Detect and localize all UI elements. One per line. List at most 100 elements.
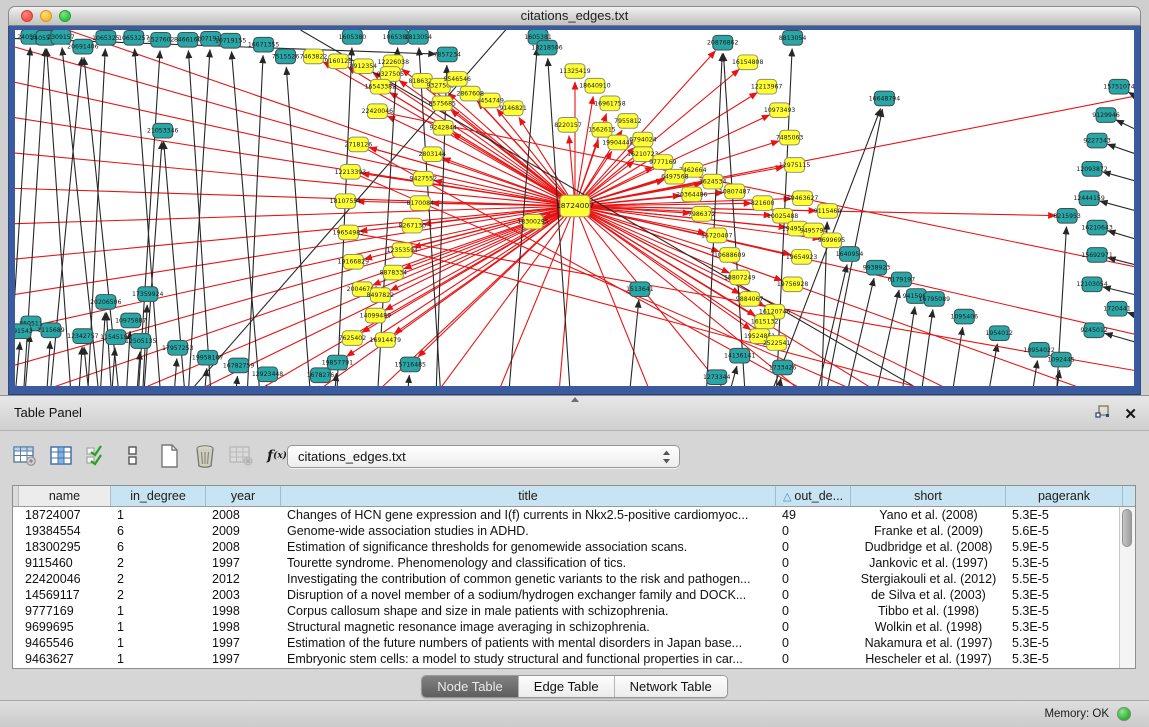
graph-node-label: 8267130 bbox=[399, 223, 427, 230]
graph-node-label: 2522541 bbox=[763, 340, 791, 347]
show-columns-icon[interactable] bbox=[48, 443, 74, 469]
select-rows-icon[interactable] bbox=[84, 443, 110, 469]
cell-pagerank: 5.9E-5 bbox=[1006, 539, 1123, 555]
tab-node-table[interactable]: Node Table bbox=[422, 676, 519, 697]
graph-node-label: 9242844 bbox=[429, 125, 457, 132]
graph-node-label: 20876862 bbox=[707, 40, 739, 47]
cell-year: 1998 bbox=[206, 603, 281, 619]
cell-title: Embryonic stem cells: a model to study s… bbox=[281, 651, 776, 667]
graph-edge bbox=[893, 307, 914, 386]
table-row[interactable]: 977716911998Corpus callosum shape and si… bbox=[13, 603, 1135, 619]
graph-node-label: 1273344 bbox=[703, 374, 731, 381]
graph-node-label: 1954012 bbox=[985, 330, 1013, 337]
close-panel-icon[interactable]: ✕ bbox=[1124, 407, 1137, 423]
cell-short: Yano et al. (2008) bbox=[851, 507, 1006, 523]
graph-node-label: 16648794 bbox=[869, 95, 901, 102]
table-row[interactable]: 946362711997Embryonic stem cells: a mode… bbox=[13, 651, 1135, 667]
node-table: namein_degreeyeartitle△out_de...shortpag… bbox=[12, 485, 1136, 669]
create-table-icon[interactable] bbox=[156, 443, 182, 469]
window-titlebar[interactable]: citations_edges.txt bbox=[8, 6, 1141, 26]
scrollbar-thumb[interactable] bbox=[1122, 509, 1132, 547]
cell-out_de: 0 bbox=[776, 619, 851, 635]
graph-node-label: 12353594 bbox=[387, 247, 419, 254]
graph-node-label: 18218506 bbox=[531, 45, 563, 52]
column-header-short[interactable]: short bbox=[851, 486, 1006, 506]
table-row[interactable]: 911546021997Tourette syndrome. Phenomeno… bbox=[13, 555, 1135, 571]
tab-edge-table[interactable]: Edge Table bbox=[519, 676, 615, 697]
graph-node-label: 19857791 bbox=[322, 360, 354, 367]
graph-edge bbox=[913, 310, 932, 386]
graph-node-label: 2718126 bbox=[345, 141, 373, 148]
close-window-button[interactable] bbox=[21, 10, 33, 22]
graph-node-label: 12093872 bbox=[1076, 166, 1108, 173]
table-row[interactable]: 1456911722003Disruption of a novel membe… bbox=[13, 587, 1135, 603]
cell-name: 9115460 bbox=[19, 555, 111, 571]
cell-out_de: 0 bbox=[776, 539, 851, 555]
memory-status-icon[interactable] bbox=[1117, 707, 1131, 721]
cell-year: 2012 bbox=[206, 571, 281, 587]
graph-edge bbox=[863, 290, 899, 386]
zoom-window-button[interactable] bbox=[59, 10, 71, 22]
column-header-year[interactable]: year bbox=[206, 486, 281, 506]
table-row[interactable]: 1938455462009Genome-wide association stu… bbox=[13, 523, 1135, 539]
cell-pagerank: 5.6E-5 bbox=[1006, 523, 1123, 539]
table-row[interactable]: 2242004622012Investigating the contribut… bbox=[13, 571, 1135, 587]
graph-node-label: 15692971 bbox=[1081, 252, 1113, 259]
minimize-window-button[interactable] bbox=[40, 10, 52, 22]
graph-edge bbox=[230, 376, 238, 386]
graph-node-label: 19756928 bbox=[777, 281, 809, 288]
graph-node-label: 1605380 bbox=[339, 34, 367, 41]
cell-in_degree: 2 bbox=[111, 587, 206, 603]
graph-node-label: 17957253 bbox=[162, 345, 194, 352]
column-header-out_de[interactable]: △out_de... bbox=[776, 486, 851, 506]
float-panel-icon[interactable] bbox=[1095, 405, 1110, 424]
graph-node-label: 821600 bbox=[751, 200, 775, 207]
graph-edge bbox=[575, 89, 1134, 206]
graph-edge bbox=[286, 67, 314, 386]
graph-node-label: 8454749 bbox=[476, 97, 504, 104]
graph-node-label: 7857234 bbox=[433, 51, 461, 58]
delete-table-icon[interactable] bbox=[228, 443, 254, 469]
graph-node-label: 12342757 bbox=[67, 333, 99, 340]
cell-year: 1997 bbox=[206, 635, 281, 651]
graph-node-label: 8813054 bbox=[779, 35, 807, 42]
graph-edge bbox=[361, 173, 575, 206]
graph-node-label: 18300295 bbox=[517, 219, 549, 226]
network-canvas[interactable]: 2405572240557242309157206914061065325106… bbox=[15, 30, 1134, 386]
cell-out_de: 0 bbox=[776, 603, 851, 619]
column-header-title[interactable]: title bbox=[281, 486, 776, 506]
table-selector-dropdown[interactable]: citations_edges.txt bbox=[287, 445, 680, 468]
graph-node-label: 2867608 bbox=[456, 91, 484, 98]
graph-edge bbox=[1103, 172, 1134, 192]
cell-short: Wolkin et al. (1998) bbox=[851, 619, 1006, 635]
graph-node-label: 9115460 bbox=[814, 208, 842, 215]
table-row[interactable]: 1872400712008Changes of HCN gene express… bbox=[13, 507, 1135, 523]
table-row[interactable]: 969969511998Structural magnetic resonanc… bbox=[13, 619, 1135, 635]
table-row[interactable]: 946554611997Estimation of the future num… bbox=[13, 635, 1135, 651]
panel-splitter-handle[interactable] bbox=[571, 397, 579, 402]
column-header-in_degree[interactable]: in_degree bbox=[111, 486, 206, 506]
row-height-icon[interactable] bbox=[120, 443, 146, 469]
tab-network-table[interactable]: Network Table bbox=[615, 676, 727, 697]
table-body: 1872400712008Changes of HCN gene express… bbox=[13, 507, 1135, 667]
graph-node-label: 15751074 bbox=[1103, 84, 1134, 91]
cell-year: 2008 bbox=[206, 507, 281, 523]
graph-node-label: 1527602 bbox=[147, 37, 175, 44]
table-vertical-scrollbar[interactable] bbox=[1119, 507, 1135, 668]
table-header-row: namein_degreeyeartitle△out_de...shortpag… bbox=[13, 486, 1135, 507]
column-header-name[interactable]: name bbox=[19, 486, 111, 506]
table-row[interactable]: 1830029562008Estimation of significance … bbox=[13, 539, 1135, 555]
column-header-pagerank[interactable]: pagerank bbox=[1006, 486, 1123, 506]
graph-node-label: 9699695 bbox=[818, 237, 846, 244]
cell-name: 9465546 bbox=[19, 635, 111, 651]
cell-name: 18724007 bbox=[19, 507, 111, 523]
graph-node-label: 12213393 bbox=[335, 169, 367, 176]
delete-rows-icon[interactable] bbox=[192, 443, 218, 469]
cell-title: Changes of HCN gene expression and I(f) … bbox=[281, 507, 776, 523]
cell-pagerank: 5.3E-5 bbox=[1006, 635, 1123, 651]
table-settings-icon[interactable] bbox=[12, 443, 38, 469]
graph-edge bbox=[75, 347, 82, 386]
cell-name: 9699695 bbox=[19, 619, 111, 635]
graph-node-label: 6497568 bbox=[661, 174, 689, 181]
graph-node-label: 19958107 bbox=[192, 355, 224, 362]
